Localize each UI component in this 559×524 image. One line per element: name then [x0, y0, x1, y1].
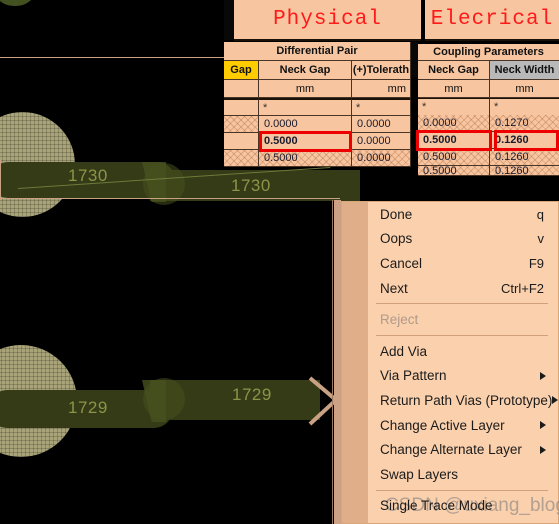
- board-edge-strip: [334, 200, 341, 524]
- unit-cell-neck-gap: mm: [259, 80, 352, 98]
- menu-item-label: Oops: [380, 231, 413, 247]
- menu-item-label: Via Pattern: [380, 368, 447, 384]
- menu-item-via-pattern[interactable]: Via Pattern: [342, 364, 558, 389]
- sheet-left-shadow: [224, 0, 234, 40]
- menu-item-next[interactable]: Next Ctrl+F2: [342, 276, 558, 301]
- menu-item-oops[interactable]: Oops v: [342, 227, 558, 252]
- menu-item-shortcut: v: [537, 231, 545, 247]
- guide-line-top: [0, 57, 228, 58]
- column-header-coupling-neck-gap[interactable]: Neck Gap: [418, 61, 490, 80]
- menu-item-swap-layers[interactable]: Swap Layers: [342, 462, 558, 487]
- parameter-spreadsheet[interactable]: Physical Elecrical Differential Pair Cou…: [224, 0, 559, 176]
- board-edge-strip-line: [332, 200, 333, 524]
- table-row[interactable]: [224, 133, 259, 150]
- menu-item-change-control-trace[interactable]: Change Control Trace: [342, 518, 558, 524]
- filter-cell-gap[interactable]: [224, 98, 259, 116]
- menu-item-label: Cancel: [380, 255, 423, 271]
- menu-item-label: Swap Layers: [380, 466, 459, 482]
- menu-item-label: Done: [380, 206, 413, 222]
- menu-item-shortcut: Ctrl+F2: [501, 280, 544, 296]
- menu-item-label: Change Active Layer: [380, 417, 505, 433]
- menu-item-label: Reject: [380, 312, 419, 328]
- copper-plane-shape: [0, 0, 38, 6]
- net-label-1730-b: 1730: [231, 176, 271, 195]
- column-header-gap[interactable]: Gap: [224, 61, 259, 80]
- table-row[interactable]: 0.0000: [352, 150, 411, 167]
- table-row[interactable]: 0.0000: [352, 116, 411, 133]
- filter-cell-coupling-neck-width[interactable]: *: [490, 98, 559, 116]
- menu-item-label: Add Via: [380, 343, 428, 359]
- table-row[interactable]: [224, 150, 259, 167]
- table-row[interactable]: 0.5000: [418, 166, 490, 176]
- table-row[interactable]: [224, 116, 259, 133]
- menu-item-return-path-vias-prototype[interactable]: Return Path Vias (Prototype): [342, 388, 559, 413]
- menu-item-shortcut: F9: [528, 255, 544, 271]
- column-header-coupling-neck-width[interactable]: Neck Width: [490, 61, 559, 80]
- table-row[interactable]: 0.0000: [418, 115, 490, 132]
- unit-cell-coupling-neck-gap: mm: [418, 80, 490, 98]
- table-row[interactable]: 0.5000: [418, 149, 490, 166]
- filter-cell-neck-gap[interactable]: *: [259, 98, 352, 116]
- menu-separator: [376, 489, 548, 491]
- menu-item-change-alternate-layer[interactable]: Change Alternate Layer: [342, 437, 558, 462]
- filter-cell-tolerance[interactable]: *: [352, 98, 411, 116]
- context-menu[interactable]: Done q Oops v Cancel F9 Next Ctrl+F2 Reject Add V…: [341, 201, 559, 524]
- screenshot-root: 1730 1730 1729 1729 Physical Elecrical D…: [0, 0, 559, 524]
- table-row[interactable]: 0.0000: [352, 133, 411, 150]
- menu-separator: [376, 303, 548, 305]
- table-row[interactable]: 0.1260: [490, 149, 559, 166]
- table-row[interactable]: 0.1260: [490, 166, 559, 176]
- group-header-coupling-parameters: Coupling Parameters: [418, 44, 559, 61]
- unit-cell-gap: [224, 80, 259, 98]
- filter-cell-coupling-neck-gap[interactable]: *: [418, 98, 490, 116]
- menu-item-change-active-layer[interactable]: Change Active Layer: [342, 413, 558, 438]
- menu-item-cancel[interactable]: Cancel F9: [342, 251, 558, 276]
- table-row[interactable]: 0.5000: [418, 132, 490, 149]
- menu-item-label: Change Alternate Layer: [380, 442, 522, 458]
- banner-electrical: Elecrical: [425, 0, 559, 41]
- menu-item-add-via[interactable]: Add Via: [342, 339, 558, 364]
- column-header-tolerance[interactable]: (+)Tolerath: [352, 61, 411, 80]
- chevron-right-icon: [540, 445, 546, 454]
- table-row[interactable]: 0.0000: [259, 116, 352, 133]
- chevron-right-icon: [540, 421, 546, 430]
- menu-item-done[interactable]: Done q: [342, 202, 558, 227]
- chevron-right-icon: [552, 396, 559, 405]
- menu-item-single-trace-mode[interactable]: Single Trace Mode: [342, 494, 558, 519]
- menu-item-label: Return Path Vias (Prototype): [380, 392, 553, 408]
- menu-item-label: Single Trace Mode: [380, 498, 493, 514]
- banner-physical: Physical: [234, 0, 421, 41]
- menu-separator: [376, 334, 548, 336]
- net-label-1729-b: 1729: [232, 385, 272, 404]
- unit-cell-coupling-neck-width: mm: [490, 80, 559, 98]
- group-header-differential-pair: Differential Pair: [224, 42, 411, 61]
- menu-item-label: Next: [380, 280, 408, 296]
- net-label-1729-a: 1729: [68, 398, 108, 417]
- table-row[interactable]: 0.1260: [490, 132, 559, 149]
- table-row[interactable]: 0.5000: [259, 150, 352, 167]
- table-row[interactable]: 0.5000: [259, 133, 352, 150]
- guide-line-vert-1730: [0, 160, 1, 200]
- menu-item-reject: Reject: [342, 307, 558, 332]
- menu-item-shortcut: q: [536, 206, 544, 222]
- table-row[interactable]: 0.1270: [490, 115, 559, 132]
- sheet-gap-strip: [411, 42, 418, 77]
- chevron-right-icon: [540, 371, 546, 380]
- unit-cell-tolerance: mm: [352, 80, 411, 98]
- column-header-neck-gap[interactable]: Neck Gap: [259, 61, 352, 80]
- guide-line-1730: [0, 198, 340, 199]
